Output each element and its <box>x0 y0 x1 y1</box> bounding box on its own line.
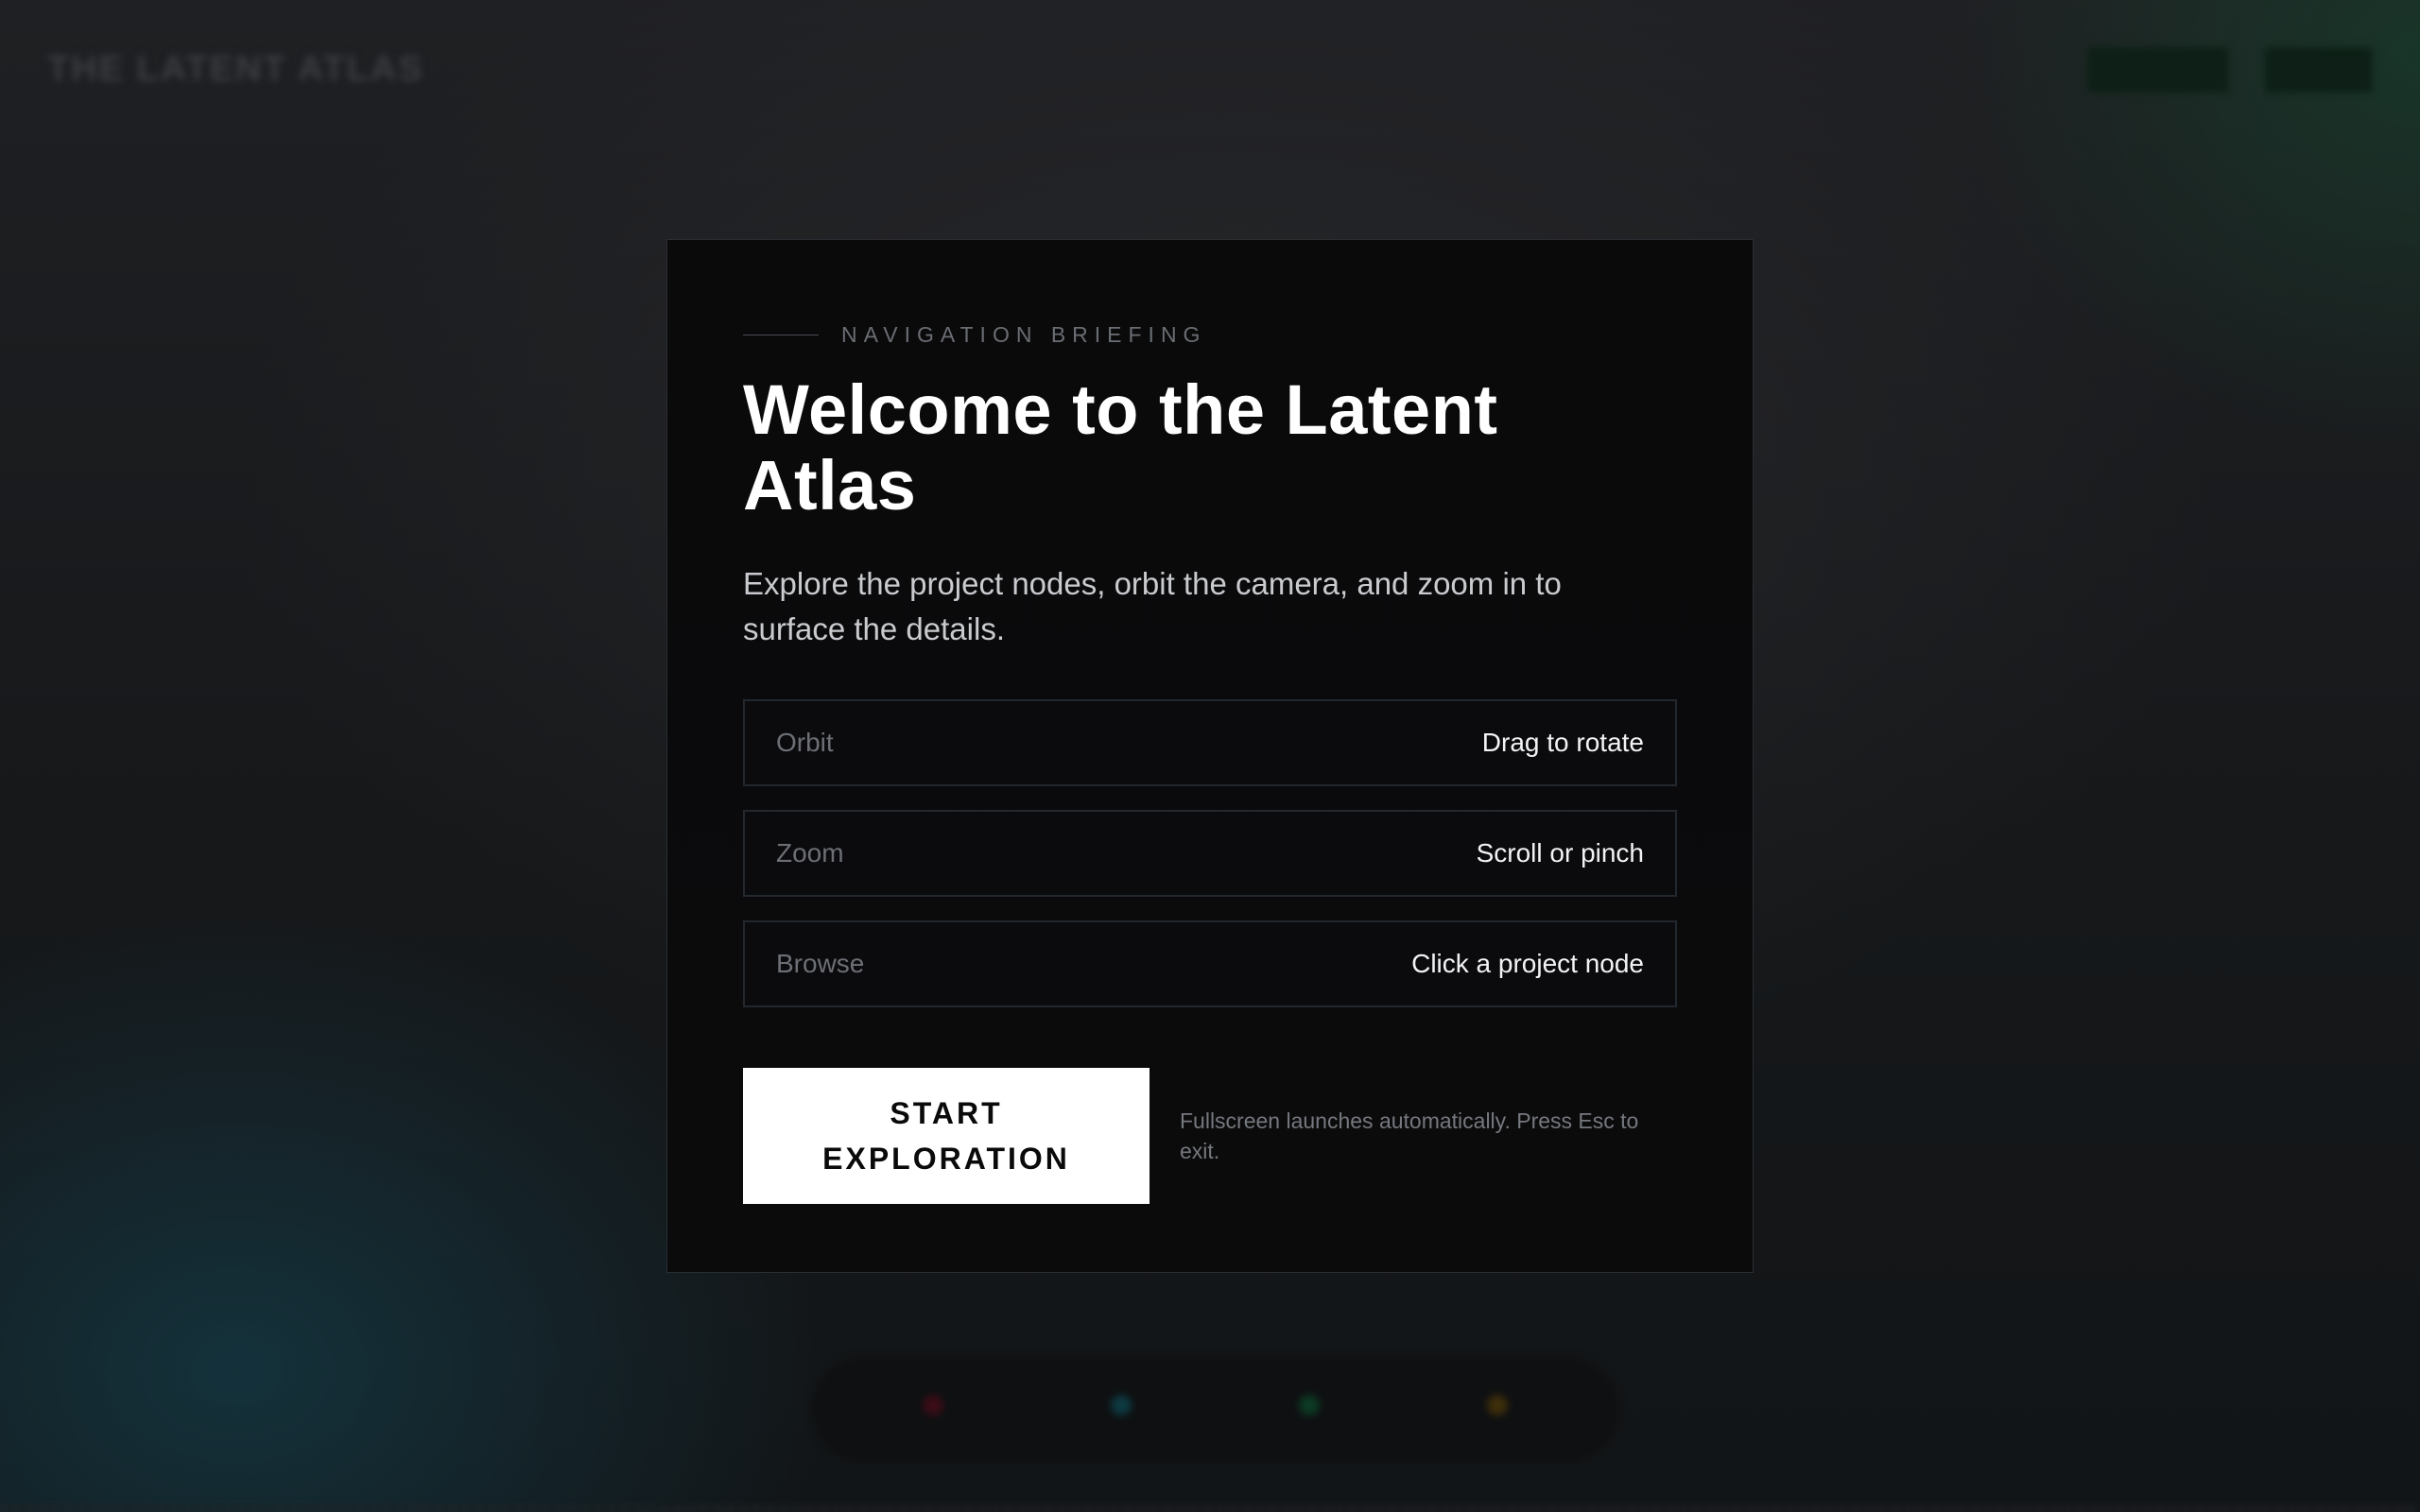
legend-item <box>1111 1395 1132 1425</box>
dialog-description: Explore the project nodes, orbit the cam… <box>743 566 1562 646</box>
control-row-browse: Browse Click a project node <box>743 920 1677 1007</box>
fullscreen-note: Fullscreen launches automatically. Press… <box>1180 1108 1639 1163</box>
control-row-zoom: Zoom Scroll or pinch <box>743 810 1677 897</box>
control-value: Drag to rotate <box>1481 728 1644 757</box>
header-button-secondary <box>2265 47 2373 93</box>
control-row-orbit: Orbit Drag to rotate <box>743 699 1677 786</box>
control-key: Orbit <box>776 728 834 757</box>
legend-item <box>1486 1395 1508 1425</box>
eyebrow: Navigation Briefing <box>743 316 1677 353</box>
controls-list: Orbit Drag to rotate Zoom Scroll or pinc… <box>743 699 1677 1007</box>
legend-dot-icon <box>923 1395 944 1416</box>
app-stage: The Latent Atlas <box>0 0 2420 1512</box>
control-value: Scroll or pinch <box>1476 838 1644 868</box>
control-key: Browse <box>776 949 865 978</box>
legend-item <box>1298 1395 1320 1425</box>
start-exploration-button[interactable]: Start Exploration <box>743 1068 1150 1204</box>
header-button-primary <box>2087 47 2229 93</box>
legend-dot-icon <box>1486 1395 1508 1416</box>
cta-row: Start Exploration Fullscreen launches au… <box>743 1068 1677 1204</box>
eyebrow-label: Navigation Briefing <box>841 321 1207 347</box>
project-legend <box>811 1357 1619 1463</box>
control-key: Zoom <box>776 838 844 868</box>
legend-dot-icon <box>1111 1395 1132 1416</box>
bottom-strip <box>0 1506 2420 1512</box>
header-actions <box>2087 47 2373 93</box>
control-value: Click a project node <box>1411 949 1644 978</box>
legend-item <box>923 1395 944 1425</box>
brand-logo: The Latent Atlas <box>47 49 424 89</box>
welcome-dialog: Navigation Briefing Welcome to the Laten… <box>666 239 1754 1273</box>
legend-dot-icon <box>1298 1395 1320 1416</box>
dialog-title: Welcome to the Latent Atlas <box>743 370 1498 524</box>
